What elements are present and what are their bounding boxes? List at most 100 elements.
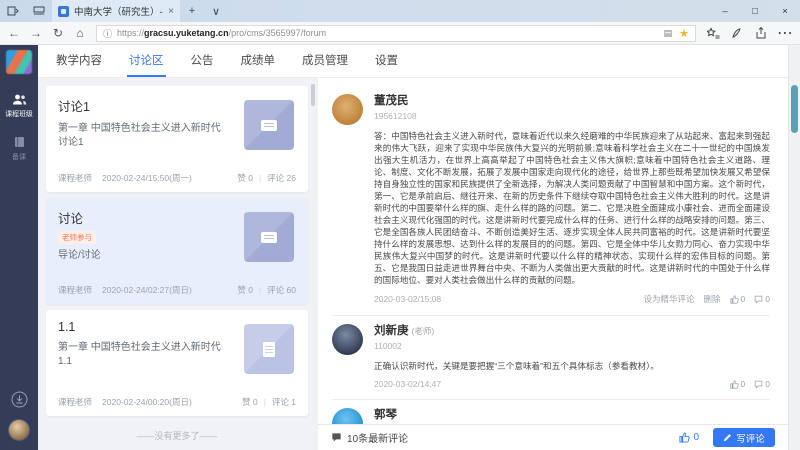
reply-bubble-icon <box>754 380 763 389</box>
tab-grades[interactable]: 成绩单 <box>241 45 276 77</box>
commenter-name: 董茂民 <box>374 92 770 108</box>
commenter-name: 郭琴 <box>374 406 770 422</box>
thumbs-up-icon <box>730 380 739 389</box>
discussion-desc: 导论/讨论 <box>58 249 226 263</box>
tab-announcement[interactable]: 公告 <box>191 45 214 77</box>
minimize-button[interactable]: – <box>710 0 740 22</box>
tab-list-chevron-icon[interactable]: ∨ <box>204 0 228 22</box>
tab-title: 中南大学（研究生）-雨 <box>74 4 163 18</box>
chat-bubble-icon <box>261 232 277 243</box>
set-tabs-aside-icon[interactable] <box>0 0 26 22</box>
discussion-thumbnail <box>244 212 294 262</box>
browser-tab[interactable]: 中南大学（研究生）-雨 × <box>52 0 180 22</box>
book-icon <box>13 136 26 148</box>
comment-thread: 董茂民 195612108 答：中国特色社会主义进入新时代，意味着近代以来久经磨… <box>318 78 788 450</box>
like-count: 赞 0 <box>242 396 258 408</box>
discussion-date: 2020-02-24/02:27(周日) <box>102 284 192 296</box>
yuketang-app: 课程班级 备课 教学内容 讨论区 公告 成绩单 成员管理 设置 <box>0 45 800 450</box>
left-rail: 课程班级 备课 <box>0 45 38 450</box>
refresh-icon[interactable]: ↻ <box>47 22 69 44</box>
browser-window: 中南大学（研究生）-雨 × + ∨ – □ × ← → ↻ ⌂ ⓘ https:… <box>0 0 800 450</box>
more-menu-icon[interactable]: ⋯ <box>773 23 797 43</box>
latest-comments-icon <box>331 432 342 443</box>
sidebar-item-label: 课程班级 <box>2 108 37 118</box>
delete-link[interactable]: 删除 <box>704 293 721 305</box>
page-scrollbar[interactable] <box>788 45 800 450</box>
favorite-star-icon[interactable]: ★ <box>679 27 689 40</box>
tab-teaching-content[interactable]: 教学内容 <box>56 45 102 77</box>
reply-bubble-icon <box>754 295 763 304</box>
comment: 董茂民 195612108 答：中国特色社会主义进入新时代，意味着近代以来久经磨… <box>332 86 770 315</box>
discussion-item[interactable]: 讨论1 第一章 中国特色社会主义进入新时代讨论1 课程老师 2020-02-24… <box>46 86 308 192</box>
teacher-role-label: (老师) <box>412 326 435 336</box>
discussion-author: 课程老师 <box>58 396 92 408</box>
comment-reply-button[interactable]: 0 <box>754 379 770 389</box>
yuketang-logo <box>6 50 32 74</box>
discussion-author: 课程老师 <box>58 172 92 184</box>
comment-count: 评论 26 <box>267 172 296 184</box>
commenter-name: 刘新庚(老师) <box>374 322 770 338</box>
address-bar[interactable]: ⓘ https://gracsu.yuketang.cn/pro/cms/356… <box>96 25 696 42</box>
write-comment-button[interactable]: 写评论 <box>713 428 775 447</box>
discussion-date: 2020-02-24/00:20(周日) <box>102 396 192 408</box>
reading-view-icon[interactable]: ▤ <box>664 28 673 39</box>
comment-count: 评论 1 <box>272 396 296 408</box>
comment: 刘新庚(老师) 110002 正确认识新时代，关键是要把握“三个意味着”和五个具… <box>332 316 770 399</box>
main-content: 教学内容 讨论区 公告 成绩单 成员管理 设置 讨论1 第一章 中国特色社会主义… <box>38 45 788 450</box>
thread-like-button[interactable]: 0 <box>679 432 699 443</box>
url-text: https://gracsu.yuketang.cn/pro/cms/35659… <box>117 28 326 38</box>
set-featured-link[interactable]: 设为精华评论 <box>644 293 695 305</box>
comment-reply-button[interactable]: 0 <box>754 294 770 304</box>
sidebar-item-prepare[interactable]: 备课 <box>0 128 38 171</box>
no-more-label: ——没有更多了—— <box>46 422 308 447</box>
forward-icon[interactable]: → <box>25 22 47 44</box>
comment-count: 评论 60 <box>267 284 296 296</box>
page-scrollbar-thumb[interactable] <box>791 85 798 133</box>
comment-time: 2020-03-02/15:08 <box>374 294 441 304</box>
maximize-button[interactable]: □ <box>740 0 770 22</box>
tab-close-icon[interactable]: × <box>168 6 174 17</box>
course-tab-bar: 教学内容 讨论区 公告 成绩单 成员管理 设置 <box>38 45 788 78</box>
download-icon[interactable] <box>11 391 28 408</box>
site-favicon <box>58 6 69 17</box>
like-count: 赞 0 <box>237 284 253 296</box>
commenter-avatar[interactable] <box>332 94 363 125</box>
thumbs-up-icon <box>679 432 690 443</box>
commenter-id: 195612108 <box>374 111 770 121</box>
browser-navbar: ← → ↻ ⌂ ⓘ https://gracsu.yuketang.cn/pro… <box>0 22 800 45</box>
pencil-icon <box>723 433 732 442</box>
discussion-item-selected[interactable]: 讨论 老师参与 导论/讨论 课程老师 2020-02-24/02:27(周日) … <box>46 198 308 304</box>
user-avatar[interactable] <box>8 419 30 441</box>
share-icon[interactable] <box>749 27 773 39</box>
list-scrollbar-thumb[interactable] <box>311 84 315 106</box>
discussion-date: 2020-02-24/15:50(周一) <box>102 172 192 184</box>
tab-discussion[interactable]: 讨论区 <box>129 45 164 77</box>
commenter-avatar[interactable] <box>332 324 363 355</box>
discussion-desc: 第一章 中国特色社会主义进入新时代讨论1 <box>58 122 226 149</box>
browser-titlebar: 中南大学（研究生）-雨 × + ∨ – □ × <box>0 0 800 22</box>
teacher-participated-badge: 老师参与 <box>58 231 96 244</box>
new-tab-button[interactable]: + <box>180 0 204 22</box>
tab-preview-icon[interactable] <box>26 0 52 22</box>
tab-members[interactable]: 成员管理 <box>302 45 348 77</box>
thumbs-up-icon <box>730 295 739 304</box>
people-icon <box>12 94 27 105</box>
discussion-item[interactable]: 1.1 第一章 中国特色社会主义进入新时代1.1 课程老师 2020-02-24… <box>46 310 308 416</box>
back-icon[interactable]: ← <box>3 22 25 44</box>
site-info-icon[interactable]: ⓘ <box>103 27 112 40</box>
close-button[interactable]: × <box>770 0 800 22</box>
comment-like-button[interactable]: 0 <box>730 379 746 389</box>
comment-like-button[interactable]: 0 <box>730 294 746 304</box>
discussion-list: 讨论1 第一章 中国特色社会主义进入新时代讨论1 课程老师 2020-02-24… <box>38 78 318 450</box>
sidebar-item-courses[interactable]: 课程班级 <box>0 86 38 128</box>
sidebar-item-label: 备课 <box>2 151 37 161</box>
home-icon[interactable]: ⌂ <box>69 22 91 44</box>
tab-settings[interactable]: 设置 <box>375 45 398 77</box>
comment-time: 2020-03-02/14:47 <box>374 379 441 389</box>
latest-comments-label: 10条最新评论 <box>347 430 408 445</box>
commenter-id: 110002 <box>374 341 770 351</box>
annotate-pen-icon[interactable] <box>725 27 749 39</box>
hub-favorites-icon[interactable] <box>701 27 725 39</box>
like-count: 赞 0 <box>237 172 253 184</box>
discussion-thumbnail <box>244 100 294 150</box>
